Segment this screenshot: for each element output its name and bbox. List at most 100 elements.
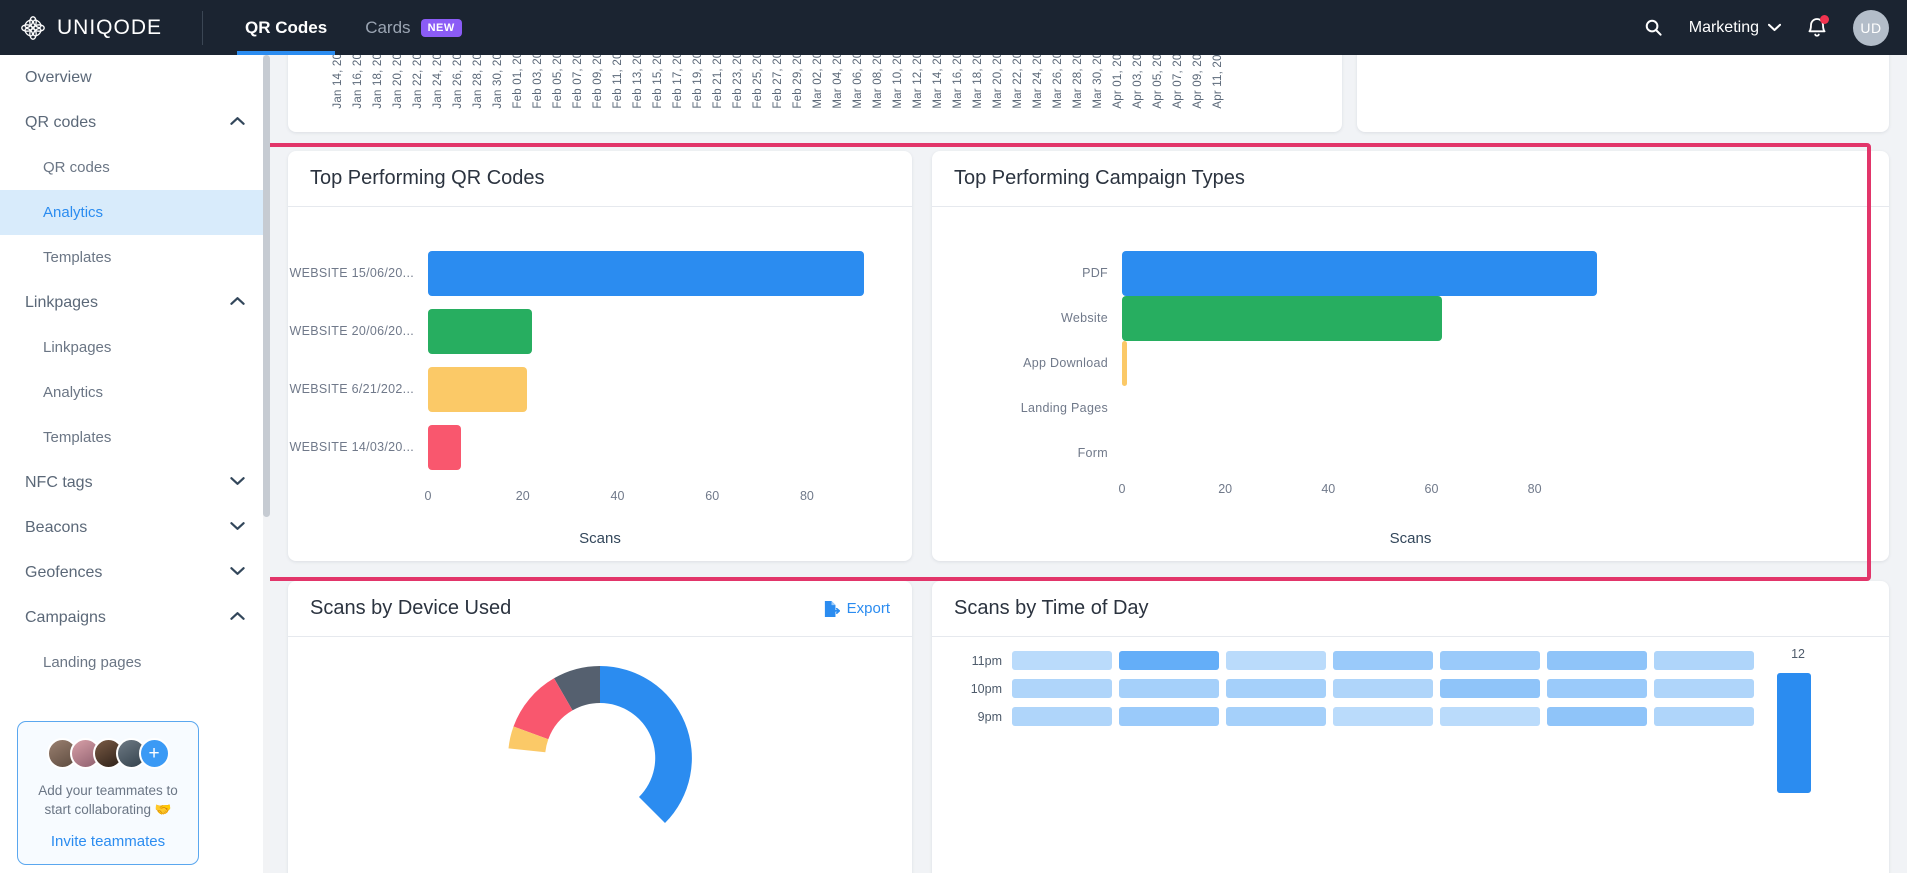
x-axis-tick: 60 [1424, 482, 1439, 496]
bar[interactable] [428, 366, 528, 412]
trend-date-tick: Mar 02, 202 [812, 55, 824, 109]
trend-date-tick: Jan 30, 202 [492, 55, 504, 109]
sidebar-item-beacons[interactable]: Beacons [0, 505, 269, 550]
heatmap-cell[interactable] [1012, 651, 1112, 670]
bar-label: Landing Pages [1020, 401, 1108, 415]
invite-teammates-link[interactable]: Invite teammates [30, 833, 186, 850]
heatmap-cell[interactable] [1119, 651, 1219, 670]
trend-date-tick: Feb 19, 202 [692, 55, 704, 109]
heatmap-cell[interactable] [1119, 707, 1219, 726]
trend-date-tick: Feb 15, 202 [652, 55, 664, 109]
heatmap-cell[interactable] [1333, 651, 1433, 670]
sidebar-item-label: Templates [43, 429, 112, 446]
trend-x-axis: Jan 14, 202 Jan 16, 202 Jan 18, 202 Jan 20,… [332, 55, 1232, 109]
donut-slice-blue [600, 666, 692, 823]
device-donut-chart [485, 643, 715, 873]
brand-name: UNIQODE [57, 15, 163, 39]
sidebar-item-templates[interactable]: Templates [0, 415, 269, 460]
bar-row[interactable]: WEBSITE 20/06/20... [289, 307, 533, 355]
bar-row[interactable]: WEBSITE 14/03/20... [289, 423, 462, 471]
scan-trend-card: Jan 14, 202 Jan 16, 202 Jan 18, 202 Jan 20,… [288, 55, 1342, 132]
tab-cards[interactable]: Cards NEW [365, 0, 462, 55]
chevron-up-icon [230, 611, 245, 624]
bar[interactable] [428, 250, 864, 296]
bar-row[interactable]: WEBSITE 15/06/20... [289, 249, 864, 297]
page-title: Scans by Time of Day [954, 597, 1149, 619]
sidebar-item-overview[interactable]: Overview [0, 55, 269, 100]
workspace-label: Marketing [1688, 18, 1759, 36]
bar[interactable] [428, 424, 462, 470]
x-axis-tick: 80 [1527, 482, 1542, 496]
bar[interactable] [428, 308, 533, 354]
tab-qr-codes[interactable]: QR Codes [236, 0, 336, 55]
invite-teammates-text: Add your teammates to start collaboratin… [38, 783, 178, 817]
heatmap-cell[interactable] [1440, 679, 1540, 698]
sidebar-item-campaigns[interactable]: Campaigns [0, 595, 269, 640]
sidebar-scrollbar-thumb[interactable] [263, 55, 270, 517]
sidebar-item-analytics[interactable]: Analytics [0, 370, 269, 415]
bar[interactable] [1122, 295, 1442, 341]
sidebar-scrollbar-track[interactable] [263, 55, 270, 873]
notification-dot [1820, 15, 1829, 24]
bar[interactable] [1122, 340, 1128, 386]
brand-logo[interactable]: UNIQODE [20, 15, 162, 41]
heatmap-cell[interactable] [1226, 707, 1326, 726]
sidebar-item-analytics[interactable]: Analytics [0, 190, 269, 235]
add-teammate-icon[interactable]: + [138, 738, 170, 769]
heatmap-cell[interactable] [1226, 679, 1326, 698]
sidebar-item-label: Geofences [25, 563, 103, 581]
heatmap-cell[interactable] [1547, 679, 1647, 698]
sidebar-item-label: Campaigns [25, 608, 106, 626]
heatmap-cell[interactable] [1012, 707, 1112, 726]
sidebar-item-linkpages[interactable]: Linkpages [0, 325, 269, 370]
heatmap-cell[interactable] [1119, 679, 1219, 698]
sidebar-item-qr-codes[interactable]: QR codes [0, 100, 269, 145]
sidebar-item-label: Linkpages [25, 293, 98, 311]
heatmap-cell[interactable] [1226, 651, 1326, 670]
scans-by-device-card: Scans by Device Used Export [288, 581, 912, 873]
trend-date-tick: Feb 05, 202 [552, 55, 564, 109]
bar-label: Form [1077, 446, 1108, 460]
heatmap-row: 11pm [960, 649, 1761, 672]
sidebar-item-linkpages[interactable]: Linkpages [0, 280, 269, 325]
sidebar-item-label: Landing pages [43, 654, 142, 671]
notifications-button[interactable] [1807, 15, 1829, 38]
heatmap-row: 10pm [960, 677, 1761, 700]
trend-date-tick: Feb 21, 202 [712, 55, 724, 109]
x-axis-tick: 0 [424, 489, 432, 503]
sidebar-item-geofences[interactable]: Geofences [0, 550, 269, 595]
sidebar-item-templates[interactable]: Templates [0, 235, 269, 280]
heatmap-cell[interactable] [1440, 651, 1540, 670]
time-of-day-heatmap: 11pm 10pm 9pm [960, 649, 1761, 733]
heatmap-cell[interactable] [1654, 679, 1754, 698]
trend-date-tick: Feb 25, 202 [752, 55, 764, 109]
export-button[interactable]: Export [823, 600, 890, 618]
heatmap-cell[interactable] [1654, 707, 1754, 726]
heatmap-cell[interactable] [1333, 707, 1433, 726]
bar-row[interactable]: WEBSITE 6/21/202... [289, 365, 528, 413]
trend-date-tick: Feb 23, 202 [732, 55, 744, 109]
sidebar-item-nfc-tags[interactable]: NFC tags [0, 460, 269, 505]
sidebar-item-qr-codes[interactable]: QR codes [0, 145, 269, 190]
bar-row[interactable]: PDF [1082, 249, 1597, 297]
bar-row[interactable]: Website [1061, 294, 1442, 342]
sidebar-item-landing-pages[interactable]: Landing pages [0, 640, 269, 685]
trend-date-tick: Mar 08, 202 [872, 55, 884, 109]
sidebar-nav-list: Overview QR codes QR codes Analytics Templat… [0, 55, 269, 685]
heatmap-cell[interactable] [1440, 707, 1540, 726]
page-title: Scans by Device Used [310, 597, 512, 619]
heatmap-cell[interactable] [1654, 651, 1754, 670]
heatmap-cell[interactable] [1333, 679, 1433, 698]
heatmap-cell[interactable] [1012, 679, 1112, 698]
search-icon[interactable] [1644, 18, 1663, 37]
bar-row[interactable]: App Download [1023, 339, 1128, 387]
trend-date-tick: Mar 10, 202 [892, 55, 904, 109]
avatar[interactable]: UD [1853, 9, 1889, 46]
heatmap-cell[interactable] [1547, 651, 1647, 670]
workspace-selector[interactable]: Marketing [1689, 19, 1781, 37]
heatmap-cell[interactable] [1547, 707, 1647, 726]
trend-date-tick: Feb 27, 202 [772, 55, 784, 109]
trend-date-tick: Apr 05, 202 [1152, 55, 1164, 109]
bar[interactable] [1122, 250, 1597, 296]
heatmap-legend-max: 12 [1791, 647, 1805, 661]
